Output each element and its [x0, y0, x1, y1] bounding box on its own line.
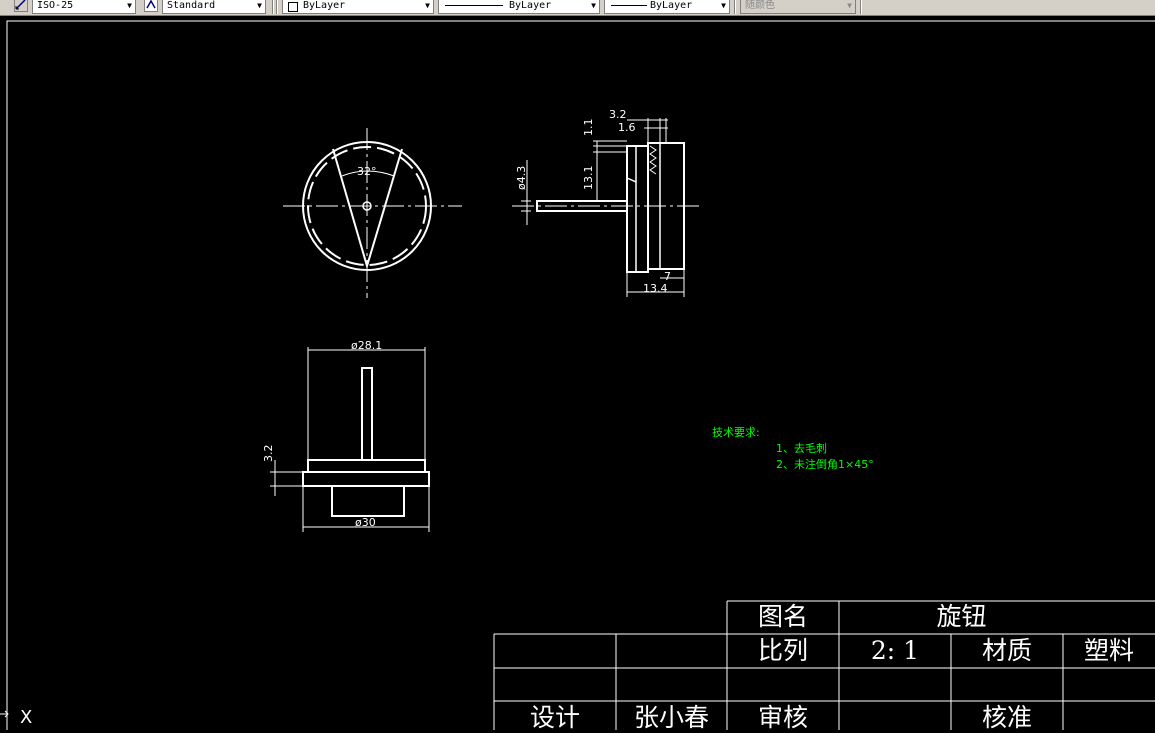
dim-3-2-top: 3.2	[609, 108, 627, 121]
dim-1-6: 1.6	[618, 121, 636, 134]
chevron-down-icon: ▼	[591, 1, 596, 10]
part-name: 旋钮	[936, 602, 987, 631]
dim-line-3-2	[270, 460, 303, 496]
properties-toolbar: ISO-25 ▼ Standard ▼ ByLayer ▼ ByLayer ▼ …	[0, 0, 1155, 16]
label-design: 设计	[529, 703, 580, 732]
toolbar-separator	[860, 0, 862, 14]
knurl-hatch	[649, 145, 657, 175]
dim-3-2-left: 3.2	[262, 445, 275, 463]
lineweight-value: ByLayer	[650, 0, 693, 11]
knob-body	[626, 145, 649, 273]
textstyle-icon[interactable]	[144, 0, 158, 12]
scale-value: 2: 1	[870, 636, 920, 665]
color-value: ByLayer	[303, 0, 346, 11]
label-scale: 比列	[757, 636, 808, 665]
plotstyle-select[interactable]: 随颜色 ▼	[740, 0, 856, 14]
color-select[interactable]: ByLayer ▼	[282, 0, 434, 14]
dimstyle-icon[interactable]	[14, 0, 28, 12]
top-view	[270, 347, 430, 532]
textstyle-select[interactable]: Standard ▼	[162, 0, 266, 14]
chevron-down-icon: ▼	[257, 1, 262, 10]
dimstyle-select[interactable]: ISO-25 ▼	[32, 0, 136, 14]
label-drawing-name: 图名	[757, 602, 808, 631]
technical-requirements: 技术要求: 1、去毛刺 2、未注倒角1×45°	[712, 425, 874, 473]
lineweight-select[interactable]: ByLayer ▼	[604, 0, 730, 14]
top-shaft	[361, 367, 373, 461]
top-flange	[302, 471, 430, 487]
linetype-preview-icon	[445, 5, 503, 6]
notes-title: 技术要求:	[712, 426, 760, 439]
front-view	[283, 128, 462, 298]
chevron-down-icon: ▼	[425, 1, 430, 10]
label-material: 材质	[981, 636, 1032, 665]
linetype-select[interactable]: ByLayer ▼	[438, 0, 600, 14]
top-base	[331, 485, 405, 517]
dim-13-1: 13.1	[582, 166, 595, 191]
plotstyle-value: 随颜色	[745, 0, 775, 11]
textstyle-value: Standard	[167, 0, 216, 11]
dim-line-13-1	[593, 140, 627, 202]
notes-line-1: 1、去毛刺	[776, 442, 827, 455]
dim-line-28-1	[307, 347, 426, 460]
lineweight-preview-icon	[611, 5, 647, 6]
dimstyle-value: ISO-25	[37, 0, 74, 11]
chevron-down-icon: ▼	[721, 1, 726, 10]
notes-line-2: 2、未注倒角1×45°	[776, 458, 874, 471]
toolbar-separator	[734, 0, 736, 14]
toolbar-separator	[272, 0, 274, 14]
ucs-x-label: X	[20, 707, 32, 728]
top-cap	[307, 459, 426, 473]
label-review: 审核	[757, 703, 808, 732]
dim-1-1: 1.1	[582, 119, 595, 137]
knob-chamfer	[626, 177, 637, 183]
material-value: 塑料	[1083, 636, 1134, 665]
dim-shaft-dia: ø4.3	[515, 166, 528, 190]
color-swatch-icon	[288, 2, 298, 12]
dim-28-1: ø28.1	[351, 339, 382, 352]
dim-13-4: 13.4	[643, 282, 668, 295]
dim-angle: 32°	[357, 165, 377, 178]
dim-30: ø30	[355, 516, 376, 529]
side-view	[512, 118, 700, 297]
chevron-down-icon: ▼	[127, 1, 132, 10]
toolbar-separator	[276, 0, 278, 14]
linetype-value: ByLayer	[509, 0, 552, 11]
designer-name: 张小春	[633, 703, 709, 732]
dim-line-1-1	[593, 145, 627, 153]
chevron-down-icon: ▼	[847, 1, 852, 10]
label-approve: 核准	[981, 703, 1032, 732]
